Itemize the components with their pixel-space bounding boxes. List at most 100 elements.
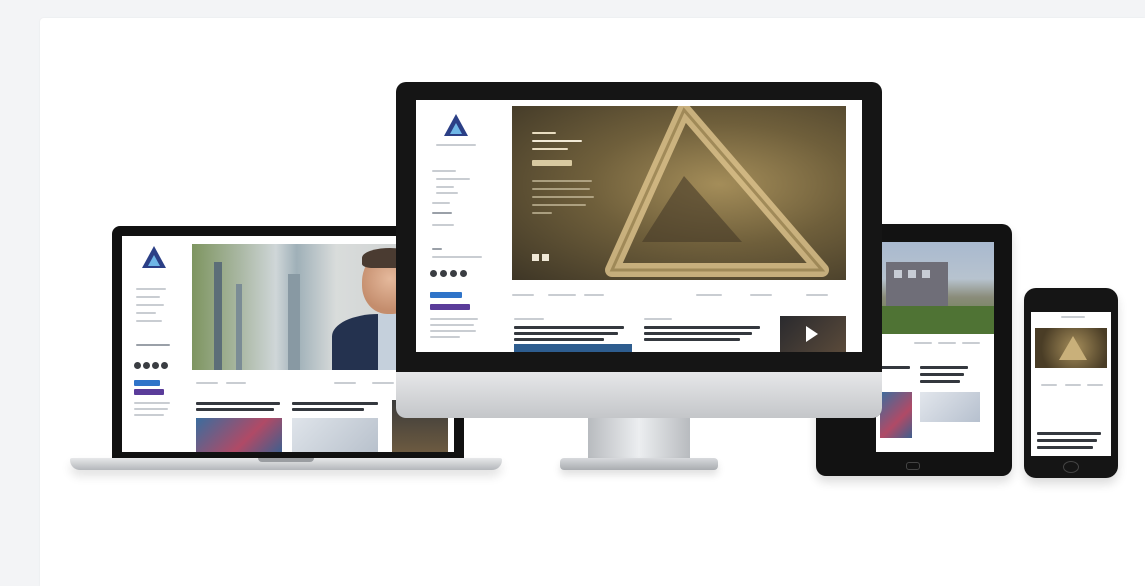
phone-hero-image [1035,328,1107,368]
gold-triangle-graphic [605,106,829,277]
monitor-headline-line [644,332,752,335]
monitor-text-line [430,324,474,326]
laptop-text-line [134,408,168,410]
monitor-feature-line [548,294,576,296]
monitor-text-line [430,330,476,332]
phone-headline-line [1037,439,1097,442]
laptop-thumb-image [292,418,378,452]
tablet-headline-line [920,380,960,383]
monitor-nav-line [436,192,458,194]
play-icon [806,326,818,342]
laptop-thumb-image [196,418,282,452]
phone-screen [1031,312,1111,456]
tablet-screen [876,242,994,452]
phone-headline-line [1037,432,1101,435]
monitor-headline-line [514,326,624,329]
monitor-nav-line [436,186,454,188]
social-icon [143,362,150,369]
hero-text-line [532,196,594,198]
phone-home-button [1063,461,1079,473]
tablet-tab-line [938,342,956,344]
monitor-feature-line [512,294,534,296]
monitor-blue-button [430,292,462,298]
laptop-nav-line [136,296,160,298]
tablet-headline-line [920,366,968,369]
monitor-purple-button [430,304,470,310]
laptop-purple-button [134,389,164,395]
slider-next-icon [542,254,549,261]
laptop-nav-line [136,320,162,322]
hero-text-line [532,132,556,134]
monitor-nav-line [432,202,450,204]
monitor-text-line [430,336,460,338]
monitor-headline-line [644,338,740,341]
hero-text-line [532,180,592,182]
triangle-logo-icon [444,114,468,136]
laptop-text-line [134,402,170,404]
monitor-brand-line [436,144,476,146]
phone-headline-line [1037,446,1093,449]
monitor-date-line [514,318,544,320]
laptop-nav-line [136,288,166,290]
monitor-text-line [430,318,478,320]
tablet-headline-line [920,373,964,376]
phone-tab-line [1065,384,1081,386]
laptop-headline-line [292,408,364,411]
tablet-tab-line [914,342,932,344]
hero-text-line [532,188,590,190]
monitor-feature-line [750,294,772,296]
social-icon [440,270,447,277]
monitor-hero-banner [512,106,846,280]
tablet-home-button [906,462,920,470]
laptop-blue-button [134,380,160,386]
tablet-thumb-image [920,392,980,422]
hero-text-line [532,212,552,214]
hero-text-line [532,140,582,142]
tablet-tab-line [962,342,980,344]
monitor-nav-line [432,170,456,172]
social-icon [460,270,467,277]
hero-text-line [532,204,586,206]
laptop-tab-line [196,382,218,384]
laptop-headline-line [292,402,378,405]
monitor-headline-line [644,326,760,329]
laptop-search-line [136,344,170,346]
laptop-nav-line [136,304,164,306]
phone-tab-line [1087,384,1103,386]
laptop-headline-line [196,408,274,411]
laptop-tab-line [226,382,246,384]
hero-button [532,160,572,166]
monitor-feature-line [696,294,722,296]
social-icon [152,362,159,369]
monitor-headline-line [514,338,604,341]
monitor-screen [416,100,862,352]
tablet-thumb-image [880,392,912,438]
laptop-notch [258,458,314,462]
monitor-stand-neck [588,418,690,462]
monitor-search-field [432,256,482,258]
phone-tab-line [1041,384,1057,386]
laptop-nav-line [136,312,156,314]
triangle-logo-icon [142,246,166,268]
monitor-video-thumb [780,316,846,352]
laptop-tab-line [372,382,394,384]
laptop-text-line [134,414,164,416]
tablet-headline-line [880,366,910,369]
monitor-headline-line [514,332,618,335]
social-icon [161,362,168,369]
tablet-hero-photo [876,242,994,334]
laptop-tab-line [334,382,356,384]
monitor-feature-line [584,294,604,296]
social-icon [450,270,457,277]
monitor-stand-foot [560,458,718,470]
slider-prev-icon [532,254,539,261]
social-icon [430,270,437,277]
monitor-search-label [432,248,442,250]
monitor-nav-line [432,224,454,226]
hero-text-line [532,148,568,150]
monitor-date-line [644,318,672,320]
social-icon [134,362,141,369]
monitor-feature-line [806,294,828,296]
phone-header-line [1061,316,1085,318]
monitor-nav-line [436,178,470,180]
